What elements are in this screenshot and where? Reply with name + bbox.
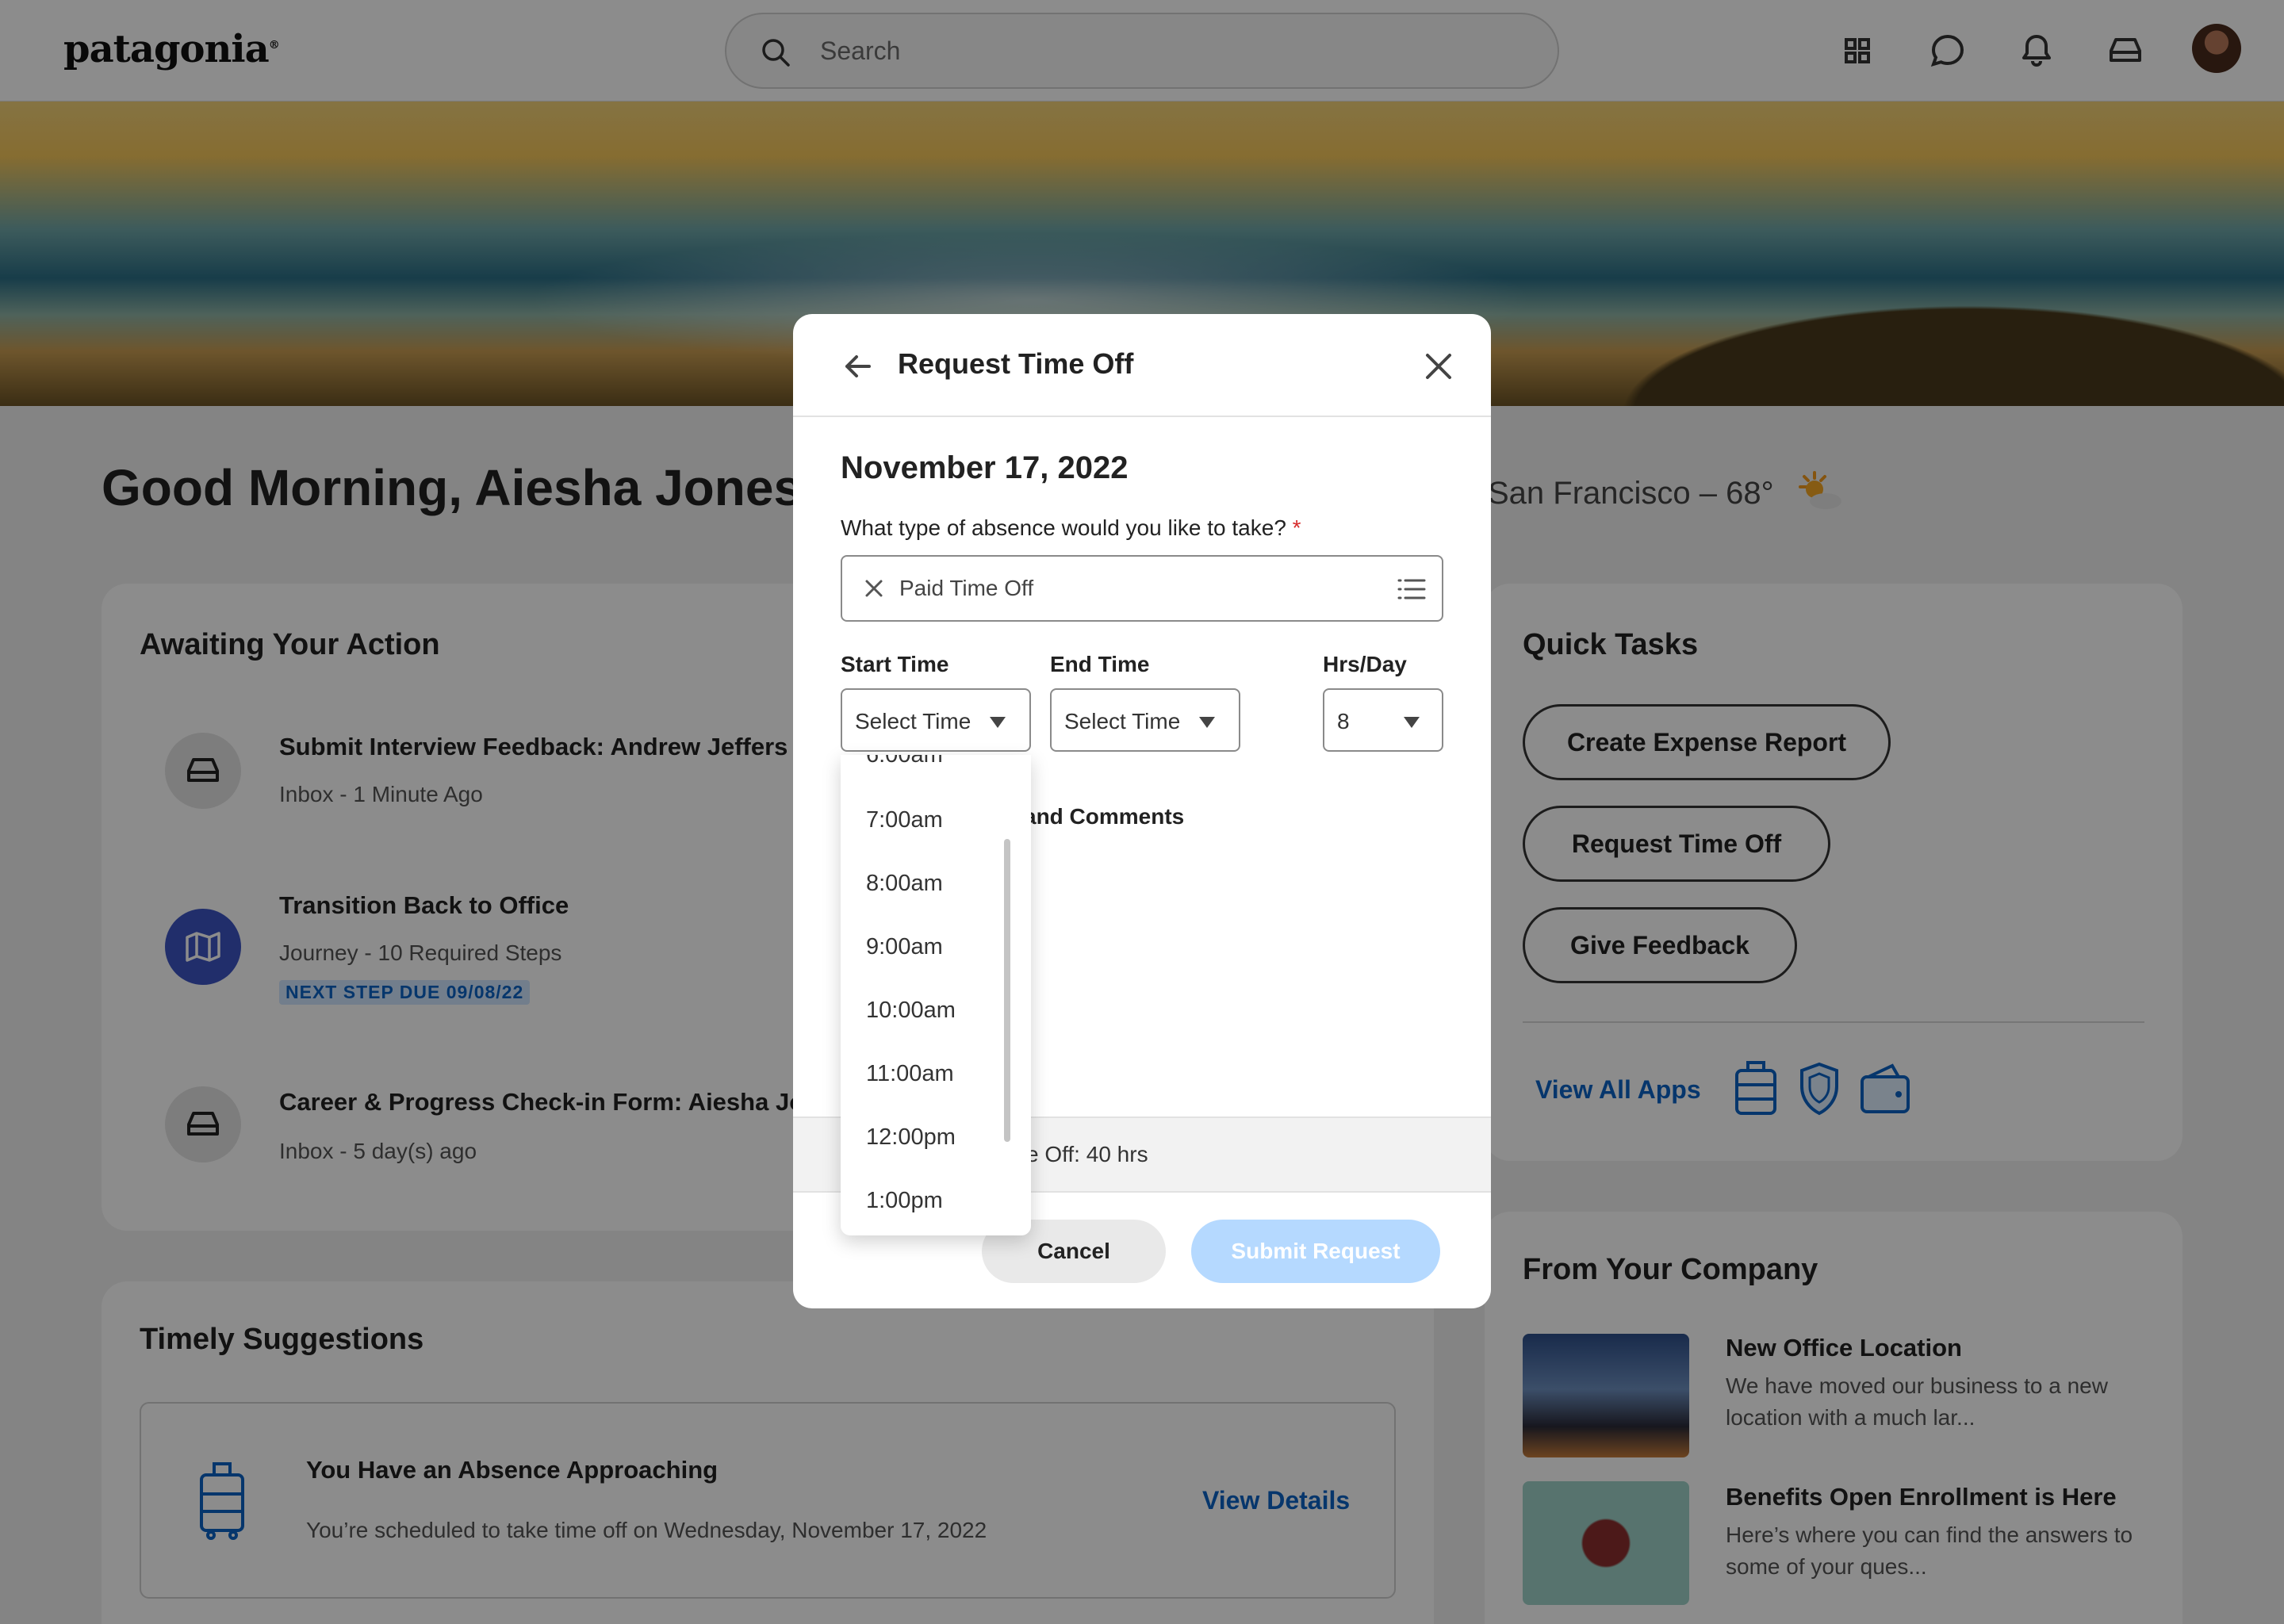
time-option[interactable]: 11:00am [866,1061,954,1087]
start-time-options-list[interactable]: 6:00am 7:00am 8:00am 9:00am 10:00am 11:0… [841,755,1031,1235]
end-time-label: End Time [1050,652,1150,676]
hrs-per-day-label: Hrs/Day [1323,652,1407,676]
start-time-label: Start Time [841,652,949,676]
required-marker: * [1292,515,1301,540]
time-option[interactable]: 8:00am [866,871,943,897]
chevron-down-icon [1199,717,1215,728]
close-icon[interactable] [1421,349,1456,384]
absence-type-label: What type of absence would you like to t… [841,515,1301,540]
end-time-value: Select Time [1064,709,1181,733]
end-time-select[interactable]: Select Time [1050,688,1240,752]
absence-type-field[interactable]: Paid Time Off [841,555,1443,622]
modal-title: Request Time Off [898,347,1134,380]
time-option[interactable]: 12:00pm [866,1124,956,1151]
chevron-down-icon [1404,717,1420,728]
time-option[interactable]: 9:00am [866,934,943,960]
hrs-per-day-select[interactable]: 8 [1323,688,1443,752]
clear-selection-icon[interactable] [863,577,885,599]
start-time-select[interactable]: Select Time [841,688,1031,752]
submit-request-button[interactable]: Submit Request [1191,1220,1440,1283]
absence-type-value: Paid Time Off [899,576,1034,600]
start-time-value: Select Time [855,709,971,733]
time-option[interactable]: 7:00am [866,807,943,833]
modal-header: Request Time Off [793,314,1491,417]
chevron-down-icon [990,717,1006,728]
time-option[interactable]: 6:00am [866,755,943,768]
time-option[interactable]: 1:00pm [866,1188,943,1214]
comments-label: and Comments [1024,804,1185,829]
balance-text: e Off: 40 hrs [1026,1142,1148,1166]
time-option[interactable]: 10:00am [866,998,956,1024]
dropdown-scrollbar[interactable] [1004,839,1010,1142]
list-icon[interactable] [1396,576,1428,603]
back-arrow-icon[interactable] [841,349,876,384]
hrs-per-day-value: 8 [1337,709,1350,733]
request-date: November 17, 2022 [841,450,1129,485]
